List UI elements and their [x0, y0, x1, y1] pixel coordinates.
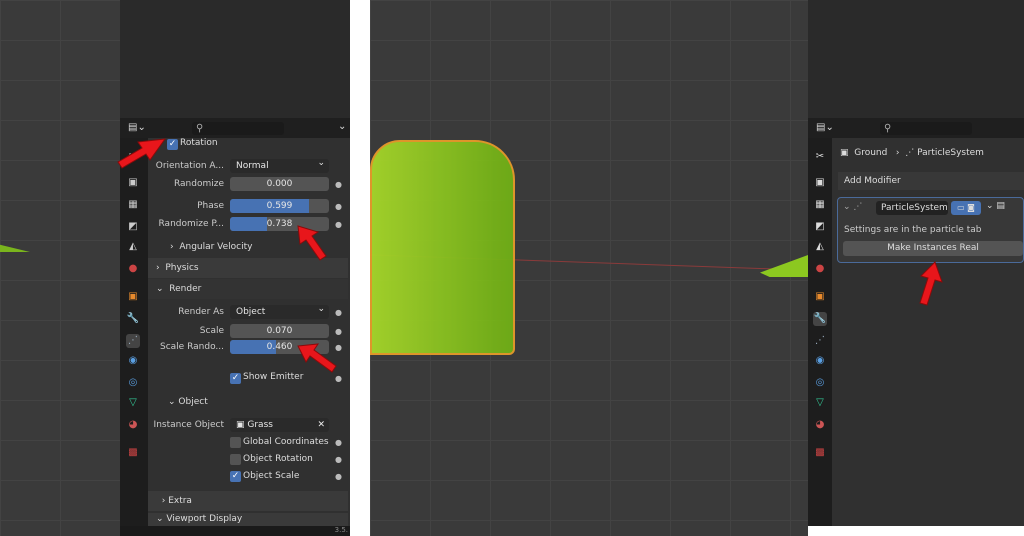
- arrow-scale-random: [297, 343, 337, 373]
- annotation-arrows: [117, 138, 943, 373]
- arrow-make-real: [919, 261, 943, 306]
- arrow-randomize-phase: [297, 225, 327, 261]
- divider: [350, 0, 370, 536]
- arrow-rotation: [117, 138, 167, 169]
